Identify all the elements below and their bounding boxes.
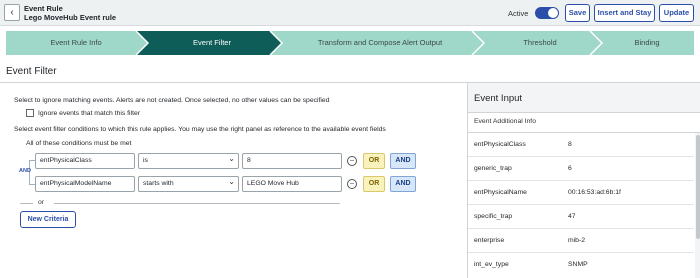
section-title: Event Filter <box>6 66 57 77</box>
event-field-key: entPhysicalClass <box>474 141 526 148</box>
event-field-row[interactable]: int_ev_type SNMP <box>468 253 694 277</box>
filter-instructions: Select event filter conditions to which … <box>14 126 386 133</box>
event-field-key: specific_trap <box>474 213 513 220</box>
event-field-key: entPhysicalName <box>474 189 527 196</box>
step-event-filter[interactable]: Event Filter <box>144 31 280 55</box>
condition-operator-select[interactable]: starts with <box>138 176 239 192</box>
event-additional-info-label: Event Additional Info <box>474 118 536 125</box>
event-field-value: 00:16:53:ad:6b:1f <box>568 189 621 196</box>
or-button[interactable]: OR <box>363 153 385 169</box>
event-field-key: enterprise <box>474 237 505 244</box>
or-separator-line <box>54 203 340 204</box>
active-toggle[interactable] <box>535 7 559 19</box>
condition-field-select[interactable]: entPhysicalClass <box>35 153 135 169</box>
step-binding[interactable]: Binding <box>600 31 694 55</box>
event-field-row[interactable]: enterprise mib-2 <box>468 229 694 253</box>
remove-condition-icon[interactable]: − <box>347 156 357 166</box>
form-header: ‹ Event Rule Lego MoveHub Event rule Act… <box>0 0 700 26</box>
chevron-left-icon: ‹ <box>10 7 14 18</box>
event-field-row[interactable]: entPhysicalClass 8 <box>468 133 694 157</box>
condition-field-select[interactable]: entPhysicalModelName <box>35 176 135 192</box>
condition-operator-select[interactable]: is <box>138 153 239 169</box>
step-event-rule-info[interactable]: Event Rule Info <box>6 31 146 55</box>
event-input-title: Event Input <box>474 93 523 104</box>
event-field-value: 47 <box>568 213 576 220</box>
event-field-value: 6 <box>568 165 572 172</box>
step-threshold[interactable]: Threshold <box>482 31 598 55</box>
ignore-events-checkbox[interactable] <box>26 109 34 117</box>
event-field-value: SNMP <box>568 261 588 268</box>
new-criteria-button[interactable]: New Criteria <box>20 211 76 228</box>
event-field-key: int_ev_type <box>474 261 509 268</box>
ignore-events-label: Ignore events that match this filter <box>38 110 141 117</box>
and-button[interactable]: AND <box>390 176 416 192</box>
event-field-value: mib-2 <box>568 237 585 244</box>
condition-value-input[interactable]: 8 <box>242 153 342 169</box>
or-separator-line <box>20 203 33 204</box>
step-transform-compose[interactable]: Transform and Compose Alert Output <box>280 31 480 55</box>
condition-value-input[interactable]: LEGO Move Hub <box>242 176 342 192</box>
insert-and-stay-button[interactable]: Insert and Stay <box>594 4 655 22</box>
event-field-row[interactable]: generic_trap 6 <box>468 157 694 181</box>
scrollbar-thumb[interactable] <box>696 135 700 239</box>
event-field-row[interactable]: specific_trap 47 <box>468 205 694 229</box>
ignore-intro-text: Select to ignore matching events. Alerts… <box>14 97 330 104</box>
record-name-title: Lego MoveHub Event rule <box>24 13 117 22</box>
event-field-row[interactable]: entPhysicalName 00:16:53:ad:6b:1f <box>468 181 694 205</box>
all-conditions-label: All of these conditions must be met <box>26 140 132 147</box>
rule-stepper: Event Rule Info Event Filter Transform a… <box>6 31 694 55</box>
or-separator-label: or <box>38 199 45 206</box>
back-button[interactable]: ‹ <box>4 4 20 21</box>
and-connector-label: AND <box>19 168 31 174</box>
event-input-header: Event Input <box>468 83 700 113</box>
event-field-value: 8 <box>568 141 572 148</box>
active-label: Active <box>508 9 529 18</box>
update-button[interactable]: Update <box>659 4 694 22</box>
or-button[interactable]: OR <box>363 176 385 192</box>
save-button[interactable]: Save <box>565 4 590 22</box>
record-type-title: Event Rule <box>24 4 63 13</box>
event-input-panel: Event Input Event Additional Info entPhy… <box>467 83 700 278</box>
event-field-key: generic_trap <box>474 165 512 172</box>
and-button[interactable]: AND <box>390 153 416 169</box>
remove-condition-icon[interactable]: − <box>347 179 357 189</box>
